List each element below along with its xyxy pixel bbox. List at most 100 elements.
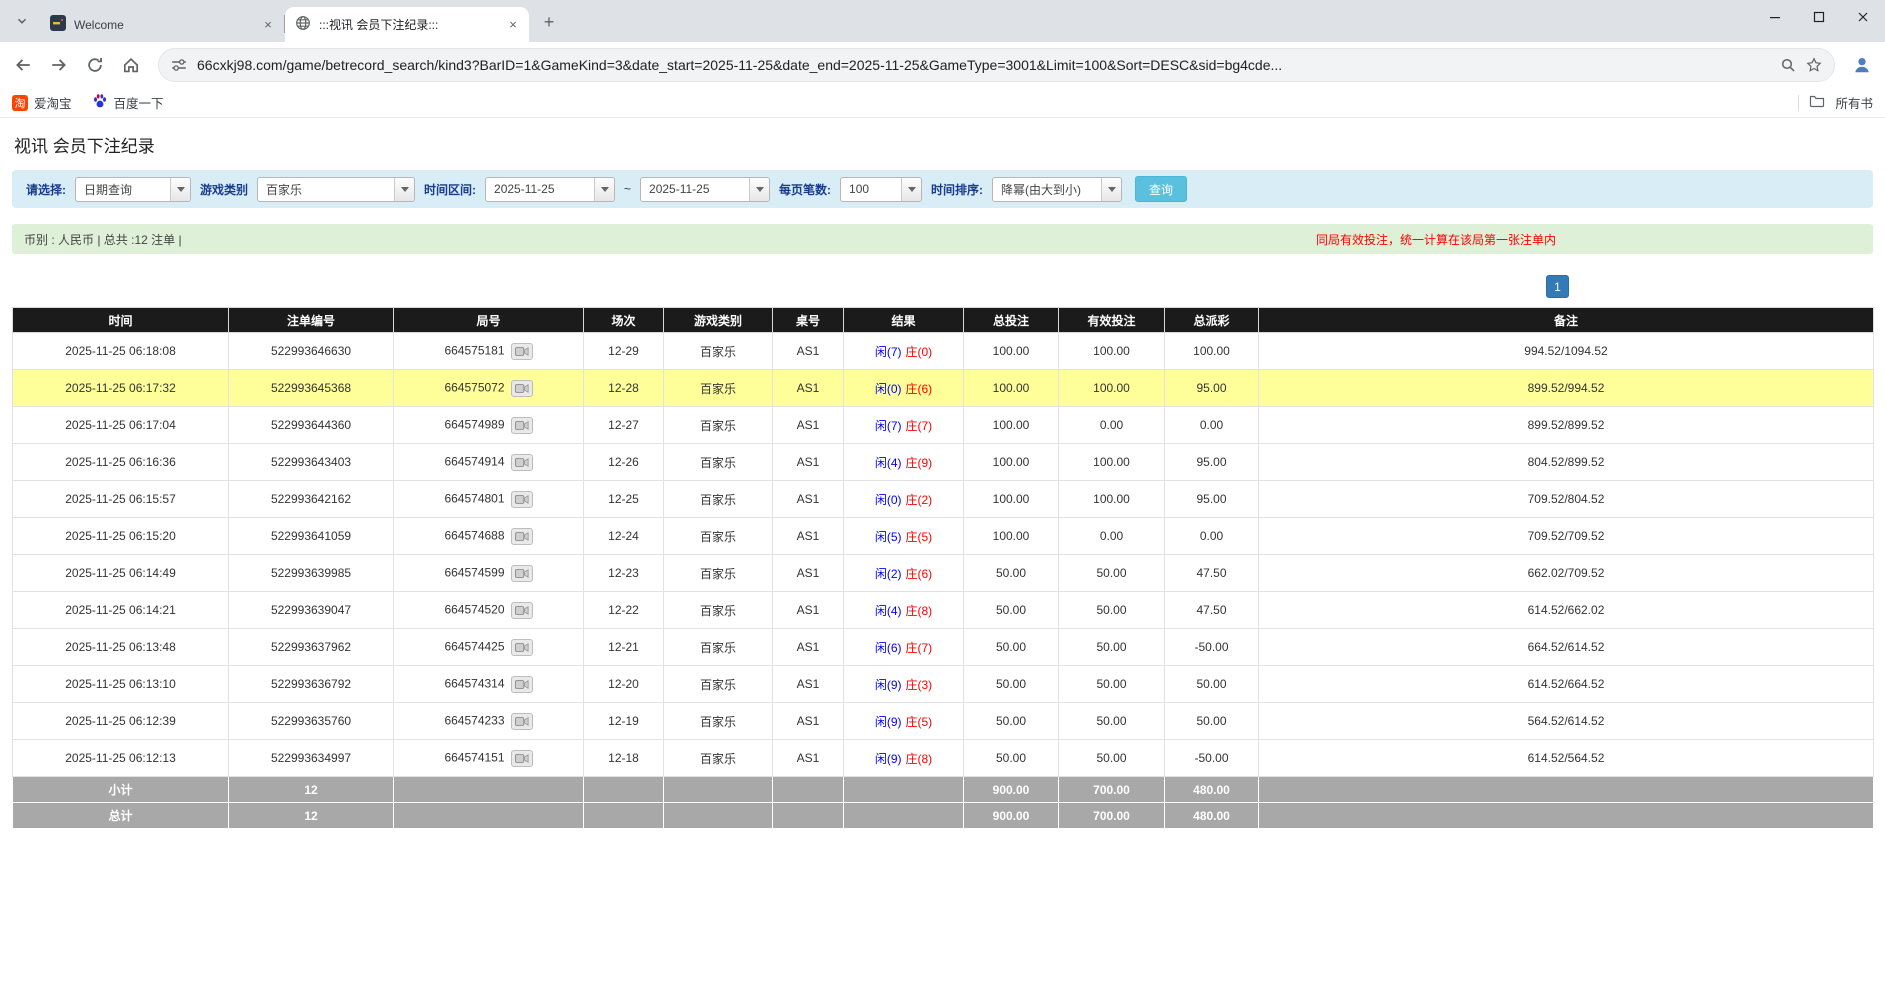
cell-total-bet[interactable]: 100.00 — [964, 407, 1059, 444]
cell-table-no: AS1 — [773, 703, 844, 740]
video-replay-icon[interactable] — [511, 454, 533, 471]
player-result: 闲(9) — [875, 678, 902, 692]
date-start-input[interactable]: 2025-11-25 — [485, 177, 615, 202]
cell-total-bet[interactable]: 100.00 — [964, 370, 1059, 407]
video-replay-icon[interactable] — [511, 676, 533, 693]
cell-total-bet[interactable]: 50.00 — [964, 592, 1059, 629]
bookmark-star-icon[interactable] — [1806, 57, 1822, 73]
cell-payout: 95.00 — [1165, 444, 1259, 481]
table-row: 2025-11-25 06:13:48 522993637962 6645744… — [13, 629, 1874, 666]
cell-valid-bet: 50.00 — [1059, 740, 1165, 777]
tab-close-icon[interactable]: × — [260, 17, 276, 33]
cell-payout: 47.50 — [1165, 555, 1259, 592]
video-replay-icon[interactable] — [511, 639, 533, 656]
cell-total-bet[interactable]: 50.00 — [964, 740, 1059, 777]
player-result: 闲(2) — [875, 567, 902, 581]
cell-bet-id: 522993634997 — [229, 740, 394, 777]
cell-payout: 95.00 — [1165, 370, 1259, 407]
tab-search-button[interactable] — [8, 8, 36, 36]
bookmark-baidu[interactable]: 百度一下 — [92, 93, 164, 112]
refresh-button[interactable] — [78, 48, 112, 82]
browser-tab-betrecord[interactable]: :::视讯 会员下注纪录::: × — [285, 7, 529, 42]
cell-time: 2025-11-25 06:15:57 — [13, 481, 229, 518]
video-replay-icon[interactable] — [511, 343, 533, 360]
cell-total-bet[interactable]: 100.00 — [964, 333, 1059, 370]
address-bar[interactable]: 66cxkj98.com/game/betrecord_search/kind3… — [158, 48, 1835, 82]
cell-result: 闲(0)庄(6) — [844, 370, 964, 407]
profile-avatar[interactable] — [1845, 48, 1879, 82]
video-replay-icon[interactable] — [511, 750, 533, 767]
summary-notice-text: 同局有效投注，统一计算在该局第一张注单内 — [1316, 231, 1556, 248]
round-number: 664574151 — [444, 750, 504, 764]
table-row: 2025-11-25 06:15:20 522993641059 6645746… — [13, 518, 1874, 555]
new-tab-button[interactable]: + — [535, 8, 563, 36]
browser-window: Welcome × :::视讯 会员下注纪录::: × + — [0, 0, 1885, 118]
per-page-select[interactable]: 100 — [840, 177, 922, 202]
cell-game-type: 百家乐 — [664, 740, 773, 777]
folder-icon — [1809, 93, 1825, 112]
sort-select[interactable]: 降幂(由大到小) — [992, 177, 1122, 202]
cell-bet-id: 522993641059 — [229, 518, 394, 555]
window-close-button[interactable] — [1841, 0, 1885, 34]
date-end-input[interactable]: 2025-11-25 — [640, 177, 770, 202]
cell-round: 664574914 — [394, 444, 584, 481]
query-type-select[interactable]: 日期查询 — [75, 177, 191, 202]
cell-game-type: 百家乐 — [664, 444, 773, 481]
header-note: 备注 — [1259, 308, 1874, 333]
video-replay-icon[interactable] — [511, 380, 533, 397]
cell-total-bet[interactable]: 100.00 — [964, 518, 1059, 555]
player-result: 闲(9) — [875, 752, 902, 766]
cell-table-no: AS1 — [773, 666, 844, 703]
forward-button[interactable] — [42, 48, 76, 82]
pagination-page-1[interactable]: 1 — [1546, 275, 1569, 298]
bookmark-taobao[interactable]: 淘 爱淘宝 — [12, 93, 72, 112]
cell-bet-id: 522993635760 — [229, 703, 394, 740]
game-type-select[interactable]: 百家乐 — [257, 177, 415, 202]
subtotal-row: 小计 12 900.00 700.00 480.00 — [13, 777, 1874, 803]
bookmark-label: 百度一下 — [114, 93, 164, 112]
cell-result: 闲(9)庄(3) — [844, 666, 964, 703]
video-replay-icon[interactable] — [511, 528, 533, 545]
cell-total-bet[interactable]: 50.00 — [964, 703, 1059, 740]
cell-total-bet[interactable]: 50.00 — [964, 666, 1059, 703]
video-replay-icon[interactable] — [511, 491, 533, 508]
banker-result: 庄(5) — [906, 530, 933, 544]
cell-session: 12-28 — [584, 370, 664, 407]
maximize-button[interactable] — [1797, 0, 1841, 34]
cell-table-no: AS1 — [773, 481, 844, 518]
cell-total-bet[interactable]: 100.00 — [964, 481, 1059, 518]
video-replay-icon[interactable] — [511, 417, 533, 434]
video-replay-icon[interactable] — [511, 602, 533, 619]
video-replay-icon[interactable] — [511, 713, 533, 730]
cell-total-bet[interactable]: 100.00 — [964, 444, 1059, 481]
cell-note: 614.52/662.02 — [1259, 592, 1874, 629]
back-button[interactable] — [6, 48, 40, 82]
globe-favicon-icon — [295, 15, 311, 34]
zoom-icon[interactable] — [1780, 57, 1796, 73]
url-text[interactable]: 66cxkj98.com/game/betrecord_search/kind3… — [197, 57, 1770, 73]
table-body: 2025-11-25 06:18:08 522993646630 6645751… — [13, 333, 1874, 777]
header-round: 局号 — [394, 308, 584, 333]
cell-total-bet[interactable]: 50.00 — [964, 555, 1059, 592]
home-button[interactable] — [114, 48, 148, 82]
cell-time: 2025-11-25 06:17:04 — [13, 407, 229, 444]
video-replay-icon[interactable] — [511, 565, 533, 582]
table-row: 2025-11-25 06:13:10 522993636792 6645743… — [13, 666, 1874, 703]
cell-bet-id: 522993636792 — [229, 666, 394, 703]
tab-close-icon[interactable]: × — [505, 17, 521, 33]
banker-result: 庄(6) — [906, 382, 933, 396]
date-range-separator: ~ — [624, 182, 631, 196]
banker-result: 庄(7) — [906, 419, 933, 433]
cell-total-bet[interactable]: 50.00 — [964, 629, 1059, 666]
search-button[interactable]: 查询 — [1135, 176, 1187, 202]
browser-tab-welcome[interactable]: Welcome × — [40, 7, 284, 42]
site-settings-icon[interactable] — [171, 57, 187, 73]
cell-round: 664574599 — [394, 555, 584, 592]
player-result: 闲(6) — [875, 641, 902, 655]
query-type-label: 请选择: — [26, 181, 66, 198]
minimize-button[interactable] — [1753, 0, 1797, 34]
chevron-down-icon — [1101, 178, 1121, 201]
bookmarks-overflow[interactable]: 所有书 — [1798, 93, 1873, 112]
subtotal-valid-bet: 700.00 — [1059, 777, 1165, 803]
cell-valid-bet: 0.00 — [1059, 518, 1165, 555]
